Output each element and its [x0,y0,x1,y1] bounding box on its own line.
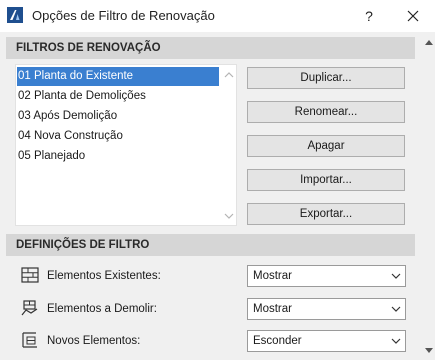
filters-list[interactable]: 01 Planta do Existente 02 Planta de Demo… [15,64,237,226]
close-icon [407,10,419,22]
delete-button[interactable]: Apagar [247,135,405,157]
list-item[interactable]: 05 Planejado [17,147,219,166]
import-button[interactable]: Importar... [247,169,405,191]
chevron-down-icon [391,273,401,279]
triangle-down-icon [425,347,433,353]
list-scroll-down-button[interactable] [223,211,235,221]
chevron-down-icon [391,338,401,344]
title-bar: Opções de Filtro de Renovação ? [0,0,435,32]
new-elements-select[interactable]: Esconder [247,330,406,352]
scroll-up-button[interactable] [423,36,435,48]
demolish-elements-select[interactable]: Mostrar [247,298,406,320]
dialog-scrollbar[interactable] [423,32,435,360]
new-elements-icon [22,332,37,348]
list-item[interactable]: 01 Planta do Existente [17,67,219,86]
demolish-elements-icon [21,300,38,316]
help-button[interactable]: ? [355,0,383,32]
filter-settings-section-header: DEFINIÇÕES DE FILTRO [6,234,415,256]
existing-elements-icon [21,267,39,283]
rename-button[interactable]: Renomear... [247,101,405,123]
existing-elements-label: Elementos Existentes: [47,270,161,282]
list-item[interactable]: 02 Planta de Demolições [17,87,219,106]
triangle-up-icon [425,39,433,45]
duplicate-button[interactable]: Duplicar... [247,67,405,89]
demolish-elements-value: Mostrar [253,303,292,315]
filters-section-header: FILTROS DE RENOVAÇÃO [6,37,415,59]
existing-elements-value: Mostrar [253,270,292,282]
list-item[interactable]: 04 Nova Construção [17,127,219,146]
chevron-up-icon [224,72,234,78]
new-elements-label: Novos Elementos: [47,335,141,347]
close-button[interactable] [397,0,429,32]
scroll-down-button[interactable] [423,344,435,356]
list-scroll-up-button[interactable] [223,70,235,80]
new-elements-value: Esconder [253,335,302,347]
archicad-app-icon [7,7,23,23]
chevron-down-icon [391,306,401,312]
existing-elements-select[interactable]: Mostrar [247,265,406,287]
export-button[interactable]: Exportar... [247,203,405,225]
list-item[interactable]: 03 Após Demolição [17,107,219,126]
demolish-elements-label: Elementos a Demolir: [47,303,157,315]
chevron-down-icon [224,213,234,219]
window-title: Opções de Filtro de Renovação [32,8,215,23]
